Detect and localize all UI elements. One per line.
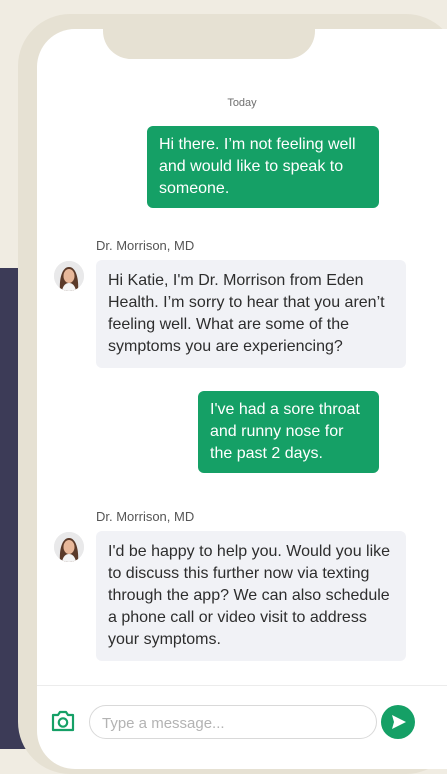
sender-name: Dr. Morrison, MD <box>96 509 195 524</box>
message-bubble-outgoing: I've had a sore throat and runny nose fo… <box>198 391 379 473</box>
doctor-avatar <box>54 261 84 291</box>
message-bubble-outgoing: Hi there. I’m not feeling well and would… <box>147 126 379 208</box>
chat-screen: Today Hi there. I’m not feeling well and… <box>37 29 447 769</box>
send-button[interactable] <box>381 705 415 739</box>
doctor-photo-icon <box>54 532 84 562</box>
phone-notch <box>103 29 315 59</box>
message-input[interactable] <box>100 710 364 736</box>
message-bubble-incoming: I'd be happy to help you. Would you like… <box>96 531 406 661</box>
camera-icon <box>51 710 75 732</box>
doctor-avatar <box>54 532 84 562</box>
sender-name: Dr. Morrison, MD <box>96 238 195 253</box>
doctor-photo-icon <box>54 261 84 291</box>
camera-button[interactable] <box>50 709 76 733</box>
message-bubble-incoming: Hi Katie, I'm Dr. Morrison from Eden Hea… <box>96 260 406 368</box>
message-input-wrapper[interactable] <box>89 705 377 739</box>
day-separator: Today <box>227 97 257 109</box>
composer-divider <box>37 685 447 686</box>
send-icon <box>392 715 406 729</box>
